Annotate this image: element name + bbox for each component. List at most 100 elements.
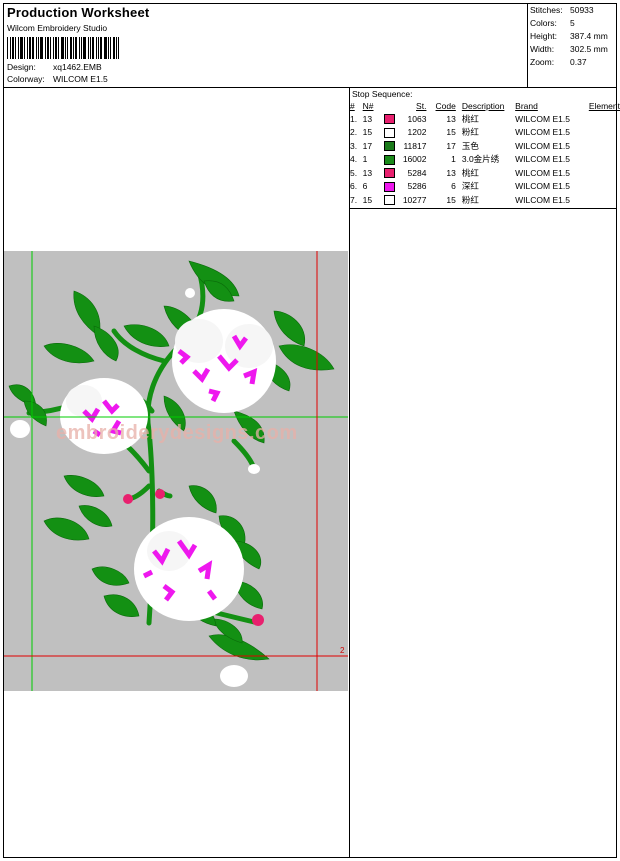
stitches-label: Stitches: bbox=[530, 5, 563, 15]
col-header-brand: Brand bbox=[515, 101, 538, 111]
barcode-bar bbox=[45, 37, 46, 59]
row-swatch bbox=[383, 153, 398, 167]
barcode-bar bbox=[83, 37, 86, 59]
barcode-bar bbox=[29, 37, 31, 59]
row-num: 5. bbox=[350, 167, 358, 178]
barcode-bar bbox=[7, 37, 8, 59]
width-value: 302.5 mm bbox=[570, 44, 608, 54]
col-header-stitches: St. bbox=[416, 101, 427, 111]
color-swatch bbox=[383, 195, 395, 206]
barcode-bar bbox=[104, 37, 107, 59]
row-description: 玉色 bbox=[461, 140, 479, 151]
embroidery-artwork bbox=[4, 251, 348, 691]
height-label: Height: bbox=[530, 31, 557, 41]
barcode-bar bbox=[12, 37, 14, 59]
barcode-bar bbox=[55, 37, 57, 59]
zoom-row: Zoom: 0.37 bbox=[530, 57, 587, 67]
row-num: 6. bbox=[350, 181, 358, 192]
barcode-bar bbox=[88, 37, 89, 59]
software-name: Wilcom Embroidery Studio bbox=[7, 23, 108, 33]
row-swatch bbox=[383, 112, 398, 126]
height-row: Height: 387.4 mm bbox=[530, 31, 608, 41]
guide-label: 2 bbox=[340, 646, 345, 655]
color-swatch bbox=[383, 114, 395, 125]
table-row: 2. 15 1202 15 粉红 WILCOM E1.5 bbox=[350, 126, 620, 140]
barcode-bar bbox=[98, 37, 99, 59]
row-n: 15 bbox=[362, 127, 373, 138]
row-brand: WILCOM E1.5 bbox=[515, 113, 570, 124]
row-brand: WILCOM E1.5 bbox=[515, 127, 570, 138]
row-swatch bbox=[383, 139, 398, 153]
barcode-bar bbox=[32, 37, 34, 59]
row-n: 17 bbox=[362, 140, 373, 151]
stitches-row: Stitches: 50933 bbox=[530, 5, 594, 15]
width-row: Width: 302.5 mm bbox=[530, 44, 608, 54]
barcode-bar bbox=[20, 37, 23, 59]
stop-sequence-table: # N# St. Code Description Brand Element … bbox=[350, 100, 620, 207]
barcode-bar bbox=[110, 37, 111, 59]
row-element bbox=[580, 180, 620, 194]
stop-sequence-title: Stop Sequence: bbox=[352, 89, 413, 99]
table-header-row: # N# St. Code Description Brand Element bbox=[350, 100, 620, 112]
row-stitches: 5284 bbox=[407, 167, 427, 178]
row-element bbox=[580, 112, 620, 126]
row-code: 17 bbox=[446, 140, 456, 151]
colorway-label: Colorway: bbox=[7, 74, 45, 84]
barcode bbox=[7, 37, 130, 59]
stats-divider bbox=[527, 3, 528, 87]
row-num: 3. bbox=[350, 140, 358, 151]
barcode-bar bbox=[73, 37, 74, 59]
barcode-bar bbox=[61, 37, 64, 59]
barcode-bar bbox=[50, 37, 51, 59]
color-swatch bbox=[383, 181, 395, 192]
barcode-bar bbox=[100, 37, 102, 59]
barcode-bar bbox=[65, 37, 66, 59]
row-description: 粉红 bbox=[461, 127, 479, 138]
row-element bbox=[580, 126, 620, 140]
barcode-bar bbox=[92, 37, 94, 59]
row-stitches: 16002 bbox=[402, 154, 427, 165]
row-brand: WILCOM E1.5 bbox=[515, 154, 570, 165]
barcode-bar bbox=[118, 37, 119, 59]
barcode-bar bbox=[24, 37, 25, 59]
row-code: 6 bbox=[451, 181, 456, 192]
barcode-bar bbox=[38, 37, 39, 59]
barcode-bar bbox=[58, 37, 59, 59]
color-swatch bbox=[383, 127, 395, 138]
table-row: 1. 13 1063 13 桃红 WILCOM E1.5 bbox=[350, 112, 620, 126]
colorway-value: WILCOM E1.5 bbox=[53, 74, 108, 84]
color-swatch bbox=[383, 141, 395, 152]
row-n: 6 bbox=[362, 181, 368, 192]
colors-row: Colors: 5 bbox=[530, 18, 575, 28]
color-swatch bbox=[383, 168, 395, 179]
barcode-bar bbox=[18, 37, 19, 59]
page-title: Production Worksheet bbox=[7, 5, 150, 20]
row-num: 4. bbox=[350, 154, 358, 165]
row-brand: WILCOM E1.5 bbox=[515, 167, 570, 178]
row-description: 深红 bbox=[461, 181, 479, 192]
design-preview bbox=[4, 251, 348, 691]
design-row: Design: xq1462.EMB bbox=[7, 62, 102, 72]
row-element bbox=[580, 166, 620, 180]
color-swatch bbox=[383, 154, 395, 165]
zoom-value: 0.37 bbox=[570, 57, 587, 67]
row-stitches: 11817 bbox=[403, 140, 427, 151]
row-description: 3.0金片绣 bbox=[461, 154, 500, 165]
sequence-divider bbox=[349, 208, 617, 209]
row-element bbox=[580, 139, 620, 153]
row-code: 1 bbox=[451, 154, 456, 165]
row-n: 1 bbox=[362, 154, 368, 165]
row-stitches: 10277 bbox=[402, 194, 427, 205]
row-stitches: 5286 bbox=[407, 181, 427, 192]
width-label: Width: bbox=[530, 44, 555, 54]
row-swatch bbox=[383, 166, 398, 180]
table-row: 7. 15 10277 15 粉红 WILCOM E1.5 bbox=[350, 193, 620, 207]
row-swatch bbox=[383, 126, 398, 140]
barcode-bar bbox=[70, 37, 72, 59]
row-stitches: 1202 bbox=[407, 127, 427, 138]
barcode-bar bbox=[79, 37, 80, 59]
watermark-text: embroiderydesigns.com bbox=[56, 422, 298, 444]
barcode-bar bbox=[53, 37, 54, 59]
row-brand: WILCOM E1.5 bbox=[515, 181, 570, 192]
row-n: 15 bbox=[362, 194, 373, 205]
